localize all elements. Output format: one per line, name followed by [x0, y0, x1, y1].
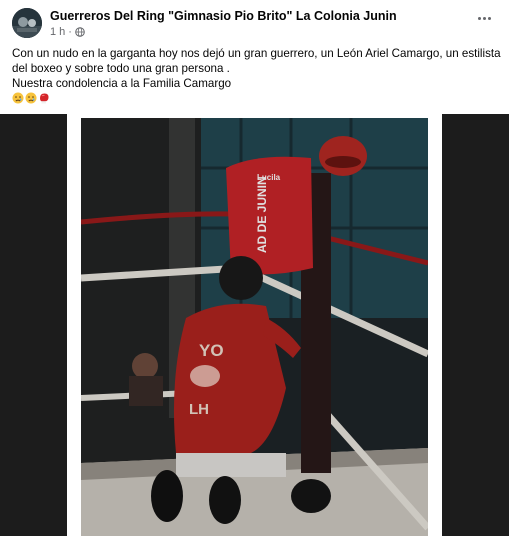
post-text-line: Nuestra condolencia a la Familia Camargo — [12, 77, 232, 90]
sad-face-emoji — [25, 92, 37, 104]
more-options-icon[interactable] — [473, 10, 495, 26]
page-avatar[interactable] — [12, 8, 42, 38]
post-text-line: del boxeo y sobre todo una gran persona … — [12, 62, 230, 75]
globe-icon — [75, 27, 85, 37]
avatar-image — [12, 8, 42, 38]
post-photo[interactable]: AD DE JUNIN Lucila YO LH — [67, 114, 442, 536]
sad-face-emoji — [12, 92, 24, 104]
post-body: Con un nudo en la garganta hoy nos dejó … — [12, 46, 502, 104]
boxing-glove-emoji — [40, 93, 49, 104]
boxing-ring-photo: AD DE JUNIN Lucila YO LH — [81, 118, 428, 536]
post-text-line: Con un nudo en la garganta hoy nos dejó … — [12, 47, 501, 60]
page-name-link[interactable]: Guerreros Del Ring "Gimnasio Pio Brito" … — [50, 9, 397, 23]
post-header: Guerreros Del Ring "Gimnasio Pio Brito" … — [0, 0, 509, 44]
post-timestamp[interactable]: 1 h — [50, 26, 65, 38]
post-meta: 1 h · — [50, 26, 85, 38]
emoji-row — [12, 92, 502, 104]
post-media[interactable]: AD DE JUNIN Lucila YO LH — [0, 114, 509, 536]
